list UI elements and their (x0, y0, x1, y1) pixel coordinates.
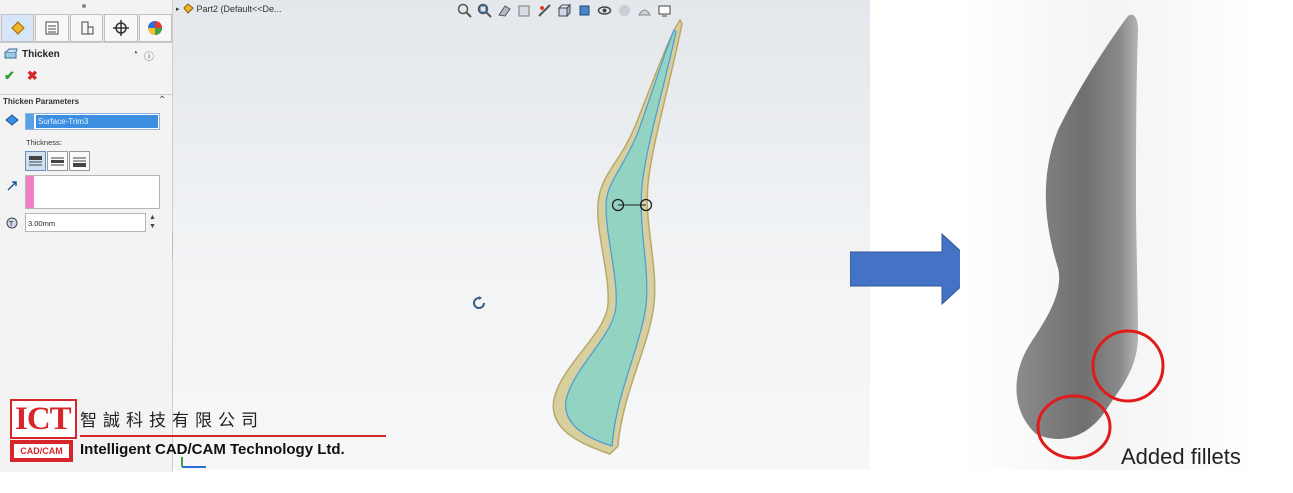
zoom-to-area-icon[interactable] (476, 2, 492, 18)
direction-selection-box[interactable] (25, 175, 160, 209)
company-chinese-name: 智誠科技有限公司 (80, 411, 264, 431)
annotation-label: Added fillets (1121, 444, 1241, 469)
surface-select-icon (5, 114, 19, 126)
help-icon[interactable]: ⓘ (144, 48, 154, 63)
company-english-name: Intelligent CAD/CAM Technology Ltd. (80, 441, 345, 458)
tab-dimxpert-manager[interactable] (104, 14, 138, 42)
ok-cancel-group: ✔ ✖ (4, 68, 38, 84)
selection-color-chip (26, 176, 34, 208)
ok-button[interactable]: ✔ (4, 68, 15, 84)
cancel-button[interactable]: ✖ (27, 68, 38, 84)
section-title: Thicken Parameters (3, 97, 80, 106)
logo-cad-box: CAD/CAM (10, 440, 73, 462)
appearance-sphere-icon (148, 21, 163, 35)
svg-text:T: T (8, 220, 14, 228)
section-view-icon[interactable] (516, 2, 532, 18)
feature-manager-icon (10, 21, 25, 35)
tab-display-manager[interactable] (138, 14, 173, 42)
tab-configuration-manager[interactable] (69, 14, 104, 42)
filleted-part-render (1016, 14, 1165, 460)
part-icon (182, 3, 194, 14)
rotate-cursor-icon (473, 296, 485, 309)
property-manager-icon (45, 21, 59, 35)
feature-tree-flyout[interactable]: ▸ Part2 (Default<<De... (176, 3, 282, 14)
side1-icon (29, 155, 42, 165)
crosshair-icon (112, 20, 129, 36)
thicken-both-button[interactable] (47, 151, 68, 171)
previous-view-icon[interactable] (496, 2, 512, 18)
surface-selection-box[interactable]: Surface-Trim3 (25, 113, 160, 130)
thicken-side2-button[interactable] (69, 151, 90, 171)
manager-tabs (0, 14, 173, 43)
direction-arrow-icon (7, 181, 17, 191)
selected-surface-face (565, 28, 677, 447)
thicken-side1-button[interactable] (25, 151, 46, 171)
panel-grip-icon[interactable] (80, 3, 88, 9)
section-header[interactable]: Thicken Parameters ⌃ (0, 94, 172, 110)
thickness-label: Thickness: (26, 138, 62, 147)
tab-feature-manager[interactable] (1, 14, 35, 42)
tab-property-manager[interactable] (35, 14, 69, 42)
logo-cad-text: CAD/CAM (14, 444, 69, 458)
configuration-manager-icon (81, 21, 94, 35)
chevron-up-icon[interactable]: ⌃ (158, 95, 166, 106)
page-title: Thicken (22, 48, 60, 60)
part-name: Part2 (Default<<De... (196, 3, 282, 14)
zoom-to-fit-icon[interactable] (456, 2, 472, 18)
logo-ict-box: ICT (10, 399, 77, 439)
thicken-feature-icon (4, 48, 18, 59)
pm-help-group: ◔ ⓘ (132, 48, 154, 63)
logo-divider (80, 435, 386, 437)
both-sides-icon (51, 157, 64, 165)
expand-arrow-icon[interactable]: ▸ (176, 5, 180, 13)
thickness-input[interactable]: 3.00mm (25, 213, 146, 232)
logo-ict-text: ICT (15, 401, 72, 437)
thickened-surface-model (552, 18, 683, 455)
thickness-side-buttons (25, 151, 90, 171)
selected-surface[interactable]: Surface-Trim3 (36, 115, 158, 128)
pm-header: Thicken (4, 48, 60, 60)
thickness-dim-icon: T (6, 217, 18, 229)
details-help-icon[interactable]: ◔ (132, 48, 138, 63)
company-logo: ICT CAD/CAM 智誠科技有限公司 Intelligent CAD/CAM… (10, 399, 390, 469)
thickness-spinner[interactable]: ▲ ▼ (148, 213, 157, 232)
selection-color-chip (26, 114, 34, 129)
side2-icon (73, 157, 86, 167)
part-body (1016, 14, 1138, 439)
